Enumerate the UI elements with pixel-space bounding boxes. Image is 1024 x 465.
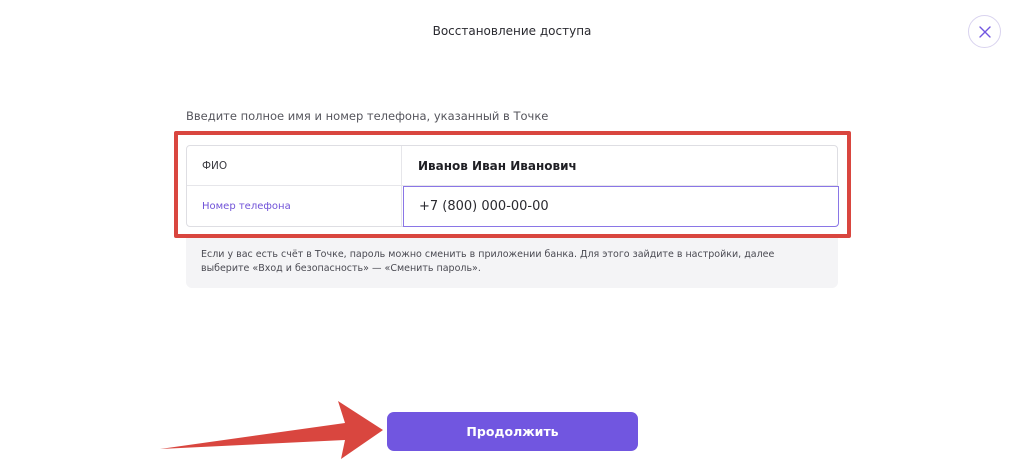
info-box: Если у вас есть счёт в Точке, пароль мож… — [186, 238, 838, 288]
annotation-arrow-icon — [160, 401, 383, 459]
phone-row: Номер телефона — [187, 186, 839, 227]
credentials-form: ФИО Иванов Иван Иванович Номер телефона — [186, 145, 839, 227]
continue-button[interactable]: Продолжить — [387, 412, 638, 451]
page-title: Восстановление доступа — [432, 24, 592, 38]
form-hint: Введите полное имя и номер телефона, ука… — [186, 109, 549, 123]
fio-row: ФИО Иванов Иван Иванович — [187, 146, 837, 186]
restore-access-page: Восстановление доступа Введите полное им… — [0, 0, 1024, 465]
close-icon — [978, 25, 991, 38]
fio-value[interactable]: Иванов Иван Иванович — [403, 146, 837, 185]
phone-label: Номер телефона — [187, 186, 402, 226]
phone-input[interactable] — [403, 186, 839, 227]
close-button[interactable] — [968, 15, 1001, 48]
fio-label: ФИО — [187, 146, 402, 185]
